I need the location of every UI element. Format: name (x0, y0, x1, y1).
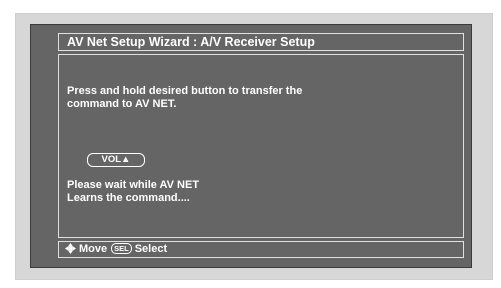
instruction-line-1: Press and hold desired button to transfe… (67, 85, 303, 97)
vol-up-button[interactable]: VOL▲ (87, 153, 145, 167)
instruction-line-2: command to AV NET. (67, 98, 177, 110)
wait-message: Please wait while AV NET Learns the comm… (67, 179, 367, 205)
wizard-title: AV Net Setup Wizard : A/V Receiver Setup (58, 33, 464, 51)
wait-line-2: Learns the command.... (67, 192, 190, 204)
footer-bar: Move SEL Select (58, 241, 464, 258)
four-way-arrow-icon (65, 243, 76, 254)
wizard-content-panel: Press and hold desired button to transfe… (58, 54, 464, 238)
move-label: Move (79, 243, 108, 255)
select-label: Select (134, 243, 168, 255)
instruction-text: Press and hold desired button to transfe… (67, 85, 397, 111)
wait-line-1: Please wait while AV NET (67, 179, 200, 191)
sel-button-icon: SEL (111, 243, 132, 254)
